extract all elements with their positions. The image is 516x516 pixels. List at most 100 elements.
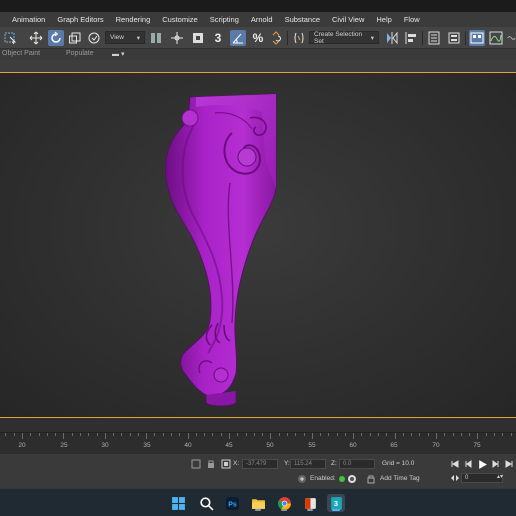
timeline-tick <box>96 433 98 436</box>
time-slider-track[interactable] <box>0 418 516 432</box>
tick-label: 35 <box>143 442 151 449</box>
percent-glyph: % <box>252 31 264 45</box>
named-selection-dropdown[interactable]: Create Selection Set ▾ <box>309 30 379 45</box>
y-label: Y: <box>284 460 290 467</box>
angle-snap-icon[interactable] <box>230 30 246 46</box>
menu-rendering[interactable]: Rendering <box>104 15 151 24</box>
tab-object-paint[interactable]: Object Paint <box>2 50 40 57</box>
scale-icon[interactable] <box>67 30 83 46</box>
layer-explorer-icon[interactable] <box>446 30 462 46</box>
select-manipulate-icon[interactable] <box>169 30 185 46</box>
chrome-icon[interactable] <box>275 494 293 512</box>
z-coordinate-field[interactable]: 0.0 <box>339 459 375 469</box>
chevron-down-icon: ▾ <box>136 34 140 42</box>
ribbon-toggle-icon[interactable] <box>469 30 485 46</box>
select-region-icon[interactable] <box>2 30 18 46</box>
timeline-tick <box>55 433 57 436</box>
timeline-tick <box>286 433 288 436</box>
timeline-tick <box>278 433 280 436</box>
cabriole-leg-model[interactable] <box>165 93 277 407</box>
windows-start-icon[interactable] <box>169 494 187 512</box>
spinner-snap-icon[interactable] <box>268 30 284 46</box>
menu-civil-view[interactable]: Civil View <box>320 15 364 24</box>
enabled-toggle-icon[interactable] <box>346 474 357 484</box>
office-icon[interactable] <box>301 494 319 512</box>
timeline-tick <box>5 433 7 436</box>
menu-arnold[interactable]: Arnold <box>239 15 273 24</box>
photoshop-icon[interactable]: Ps <box>223 494 241 512</box>
align-icon[interactable] <box>403 30 419 46</box>
scene-explorer-icon[interactable] <box>426 30 442 46</box>
key-mode-icon[interactable] <box>449 473 460 483</box>
timeline-tick <box>179 433 181 436</box>
menu-substance[interactable]: Substance <box>273 15 320 24</box>
timeline-tick <box>154 433 156 436</box>
reference-coordinate-dropdown[interactable]: View ▾ <box>105 31 145 44</box>
schematic-view-icon[interactable] <box>507 30 516 46</box>
add-time-tag-icon[interactable] <box>296 474 307 484</box>
tab-populate[interactable]: Populate <box>66 50 94 57</box>
mirror-icon[interactable] <box>384 30 400 46</box>
y-coordinate-field[interactable]: 115.24 <box>290 459 326 469</box>
toolbar-separator <box>465 31 466 45</box>
svg-text:Ps: Ps <box>228 501 237 508</box>
menu-customize[interactable]: Customize <box>150 15 197 24</box>
go-to-end-icon[interactable] <box>503 459 514 469</box>
timeline-tick <box>30 433 32 436</box>
add-time-tag-label[interactable]: Add Time Tag <box>380 475 420 482</box>
time-tag-lock-icon[interactable] <box>365 474 376 484</box>
3dsmax-icon[interactable]: 3 <box>327 494 345 512</box>
ribbon-options-icon[interactable]: ▬ ▾ <box>112 50 124 58</box>
absolute-mode-icon[interactable] <box>220 459 231 469</box>
timeline-tick <box>104 433 106 439</box>
timeline-tick <box>253 433 255 436</box>
previous-frame-icon[interactable] <box>462 459 473 469</box>
search-icon[interactable] <box>197 494 215 512</box>
timeline-tick <box>63 433 65 439</box>
go-to-start-icon[interactable] <box>449 459 460 469</box>
perspective-viewport[interactable] <box>0 72 516 418</box>
next-frame-icon[interactable] <box>490 459 501 469</box>
isolate-selection-icon[interactable] <box>190 459 201 469</box>
move-icon[interactable] <box>28 30 44 46</box>
selection-lock-icon[interactable] <box>205 459 216 469</box>
file-explorer-icon[interactable] <box>249 494 267 512</box>
snaps-toggle-icon[interactable]: 3 <box>210 30 226 46</box>
timeline-tick <box>493 433 495 436</box>
x-coordinate-field[interactable]: -37.479 <box>242 459 278 469</box>
pivot-center-icon[interactable] <box>148 30 164 46</box>
status-bar: X: -37.479 Y: 115.24 Z: 0.0 Grid = 10.0 … <box>0 454 516 488</box>
timeline-tick <box>460 433 462 436</box>
timeline-tick <box>88 433 90 436</box>
title-strip <box>0 0 516 12</box>
running-indicator <box>255 509 261 511</box>
tick-label: 30 <box>101 442 109 449</box>
menu-graph-editors[interactable]: Graph Editors <box>45 15 103 24</box>
menu-scripting[interactable]: Scripting <box>198 15 239 24</box>
menu-help[interactable]: Help <box>364 15 391 24</box>
rotate-icon[interactable] <box>48 30 64 46</box>
timeline-tick <box>212 433 214 436</box>
running-indicator <box>281 509 287 511</box>
windows-taskbar: Ps 3 <box>0 488 516 516</box>
frame-spinner-icon[interactable]: ▴▾ <box>497 473 503 480</box>
named-selection-value: Create Selection Set <box>314 30 363 45</box>
percent-snap-icon[interactable]: % <box>250 30 266 46</box>
menu-bar: Animation Graph Editors Rendering Custom… <box>0 12 516 27</box>
ribbon-tabs: Object Paint Populate ▬ ▾ <box>0 49 516 60</box>
menu-animation[interactable]: Animation <box>0 15 45 24</box>
tick-label: 25 <box>60 442 68 449</box>
menu-flow[interactable]: Flow <box>392 15 420 24</box>
keyboard-shortcut-override-icon[interactable] <box>190 30 206 46</box>
timeline-ruler[interactable]: 20 25 30 35 40 45 50 55 60 65 70 75 <box>0 432 516 454</box>
curve-editor-icon[interactable] <box>488 30 504 46</box>
timeline-tick <box>146 433 148 439</box>
timeline-tick <box>71 433 73 436</box>
play-icon[interactable] <box>476 458 488 470</box>
tick-label: 40 <box>184 442 192 449</box>
tick-label: 50 <box>266 442 274 449</box>
timeline-tick <box>336 433 338 436</box>
main-toolbar: View ▾ 3 % Create Selection Set ▾ <box>0 27 516 49</box>
edit-named-selection-icon[interactable] <box>291 30 307 46</box>
placement-icon[interactable] <box>86 30 102 46</box>
